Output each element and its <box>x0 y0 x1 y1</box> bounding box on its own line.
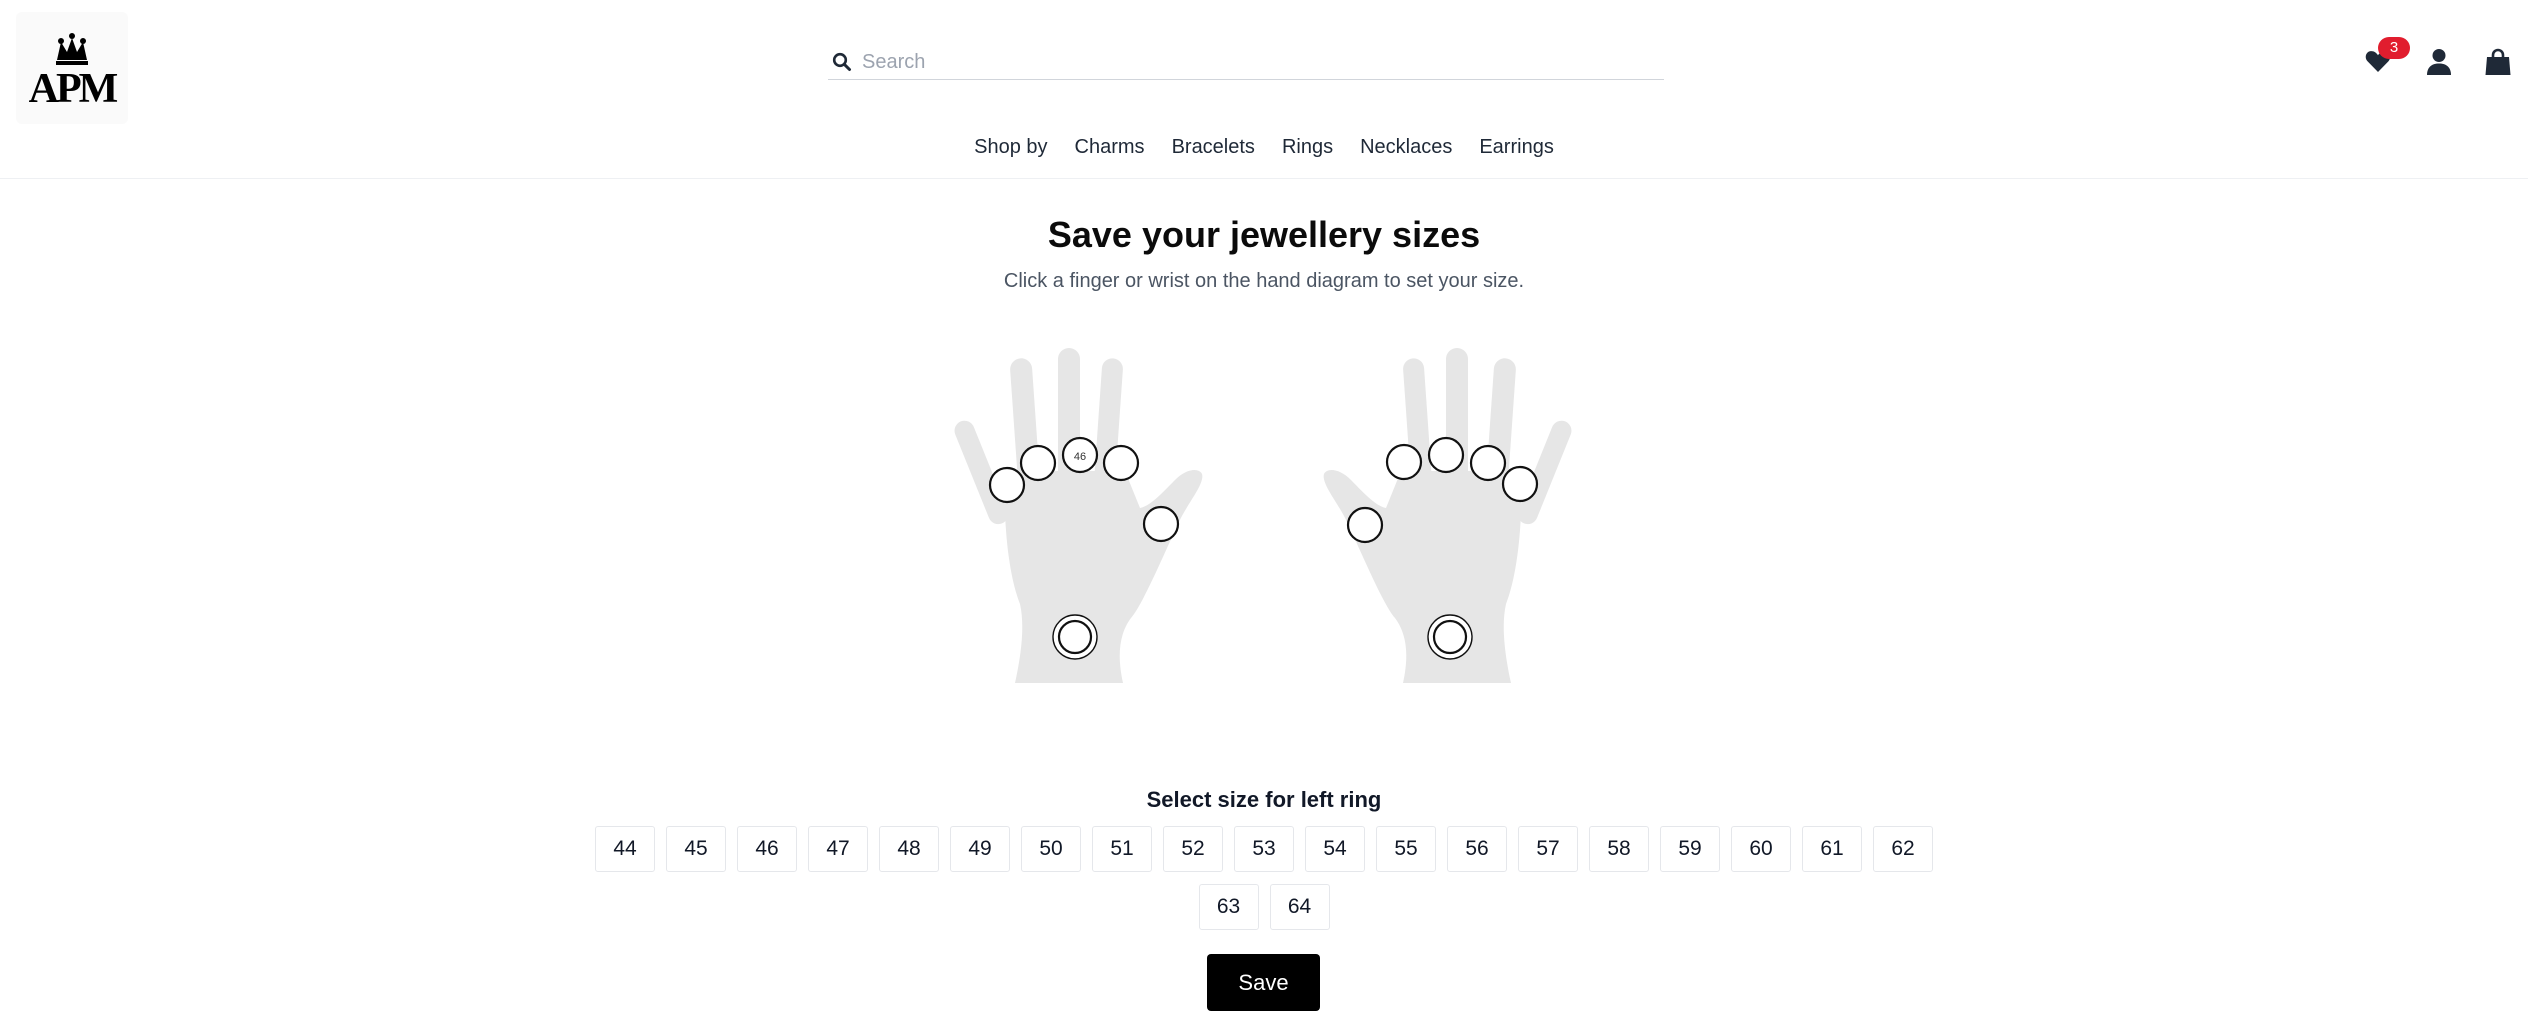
account-button[interactable] <box>2421 44 2457 80</box>
right-ring-finger-slot[interactable] <box>1469 444 1507 482</box>
size-option-53[interactable]: 53 <box>1234 826 1294 872</box>
right-wrist-slot-inner <box>1432 619 1468 655</box>
nav-earrings[interactable]: Earrings <box>1479 130 1553 164</box>
size-option-50[interactable]: 50 <box>1021 826 1081 872</box>
size-option-57[interactable]: 57 <box>1518 826 1578 872</box>
size-option-44[interactable]: 44 <box>595 826 655 872</box>
right-middle-finger-slot[interactable] <box>1427 436 1465 474</box>
right-thumb-slot[interactable] <box>1346 506 1384 544</box>
crown-logo-icon: APM <box>29 33 121 112</box>
size-selector-label: Select size for left ring <box>1146 787 1382 812</box>
left-little-finger-slot[interactable] <box>988 466 1026 504</box>
logo-wordmark: APM <box>29 66 118 112</box>
wishlist-count-badge: 3 <box>2378 37 2410 59</box>
right-index-finger-slot[interactable] <box>1385 443 1423 481</box>
left-ring-finger-slot[interactable] <box>1019 444 1057 482</box>
size-option-63[interactable]: 63 <box>1198 884 1259 930</box>
size-option-61[interactable]: 61 <box>1802 826 1862 872</box>
cart-button[interactable] <box>2480 44 2516 80</box>
size-option-58[interactable]: 58 <box>1589 826 1649 872</box>
left-wrist-slot-inner <box>1057 619 1093 655</box>
left-index-finger-slot[interactable] <box>1102 444 1140 482</box>
size-option-52[interactable]: 52 <box>1163 826 1223 872</box>
apm-logo[interactable]: APM <box>16 12 128 124</box>
wishlist-button[interactable]: 3 <box>2362 37 2410 80</box>
size-option-54[interactable]: 54 <box>1305 826 1365 872</box>
right-little-finger-slot[interactable] <box>1501 465 1539 503</box>
size-option-49[interactable]: 49 <box>950 826 1010 872</box>
size-option-55[interactable]: 55 <box>1376 826 1436 872</box>
size-option-45[interactable]: 45 <box>666 826 726 872</box>
left-middle-finger-size: 46 <box>1074 451 1086 463</box>
nav-rings[interactable]: Rings <box>1282 130 1333 164</box>
size-option-56[interactable]: 56 <box>1447 826 1507 872</box>
search-bar <box>828 46 1664 80</box>
size-option-46[interactable]: 46 <box>737 826 797 872</box>
main-nav: Shop by Charms Bracelets Rings Necklaces… <box>0 130 2528 164</box>
user-icon <box>2427 49 2451 75</box>
site-header: APM 3 Shop by Charms Bracelets <box>0 0 2528 179</box>
page-title: Save your jewellery sizes <box>1047 214 1481 255</box>
search-input[interactable] <box>862 48 1652 76</box>
size-option-48[interactable]: 48 <box>879 826 939 872</box>
size-option-64[interactable]: 64 <box>1269 884 1330 930</box>
nav-necklaces[interactable]: Necklaces <box>1360 130 1452 164</box>
page-subtitle: Click a finger or wrist on the hand diag… <box>1003 270 1525 292</box>
shopping-bag-icon <box>2485 48 2511 75</box>
nav-bracelets[interactable]: Bracelets <box>1172 130 1255 164</box>
search-icon[interactable] <box>832 52 852 77</box>
size-option-62[interactable]: 62 <box>1873 826 1933 872</box>
size-option-60[interactable]: 60 <box>1731 826 1791 872</box>
nav-charms[interactable]: Charms <box>1075 130 1145 164</box>
right-hand-diagram <box>1321 348 1572 686</box>
left-hand-diagram: 46 <box>954 348 1205 686</box>
size-option-47[interactable]: 47 <box>808 826 868 872</box>
left-thumb-slot[interactable] <box>1142 505 1180 543</box>
size-option-59[interactable]: 59 <box>1660 826 1720 872</box>
save-button[interactable]: Save <box>1207 954 1320 1011</box>
nav-shop-by[interactable]: Shop by <box>974 130 1047 164</box>
size-options: 44 45 46 47 48 49 50 51 52 53 54 55 56 5… <box>584 826 1944 930</box>
size-option-51[interactable]: 51 <box>1092 826 1152 872</box>
